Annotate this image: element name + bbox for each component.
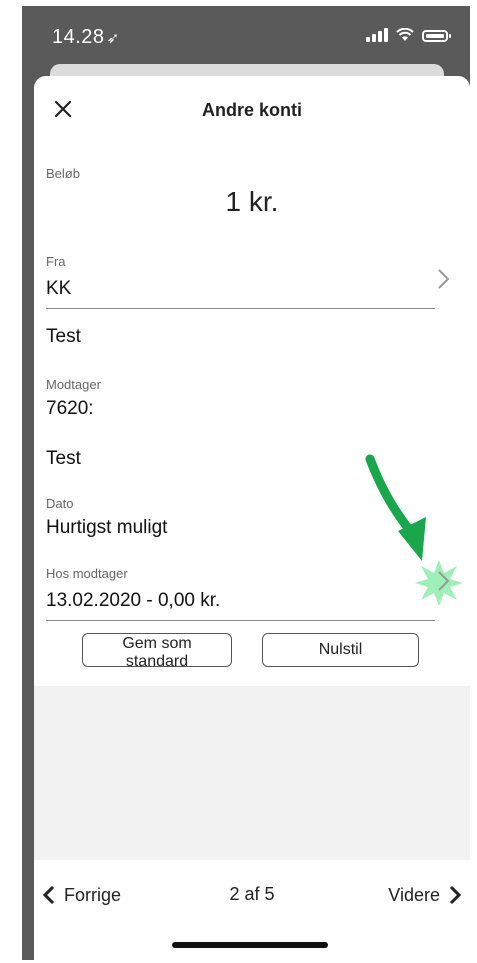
date-label: Dato (46, 496, 74, 511)
recipient-field[interactable]: 7620: (46, 398, 94, 420)
recipient-label: Modtager (46, 377, 101, 392)
save-default-button[interactable]: Gem som standard (82, 633, 232, 670)
page-title: Andre konti (201, 100, 302, 120)
phone-frame: 14.28 ➶ Andre konti Beløb 1 kr. Fra KK Te… (22, 6, 470, 960)
date-field[interactable]: Hurtigst muligt (46, 517, 167, 539)
divider (46, 620, 435, 621)
location-icon: ➶ (106, 30, 120, 47)
next-label: Videre (388, 884, 440, 905)
status-time: 14.28 ➶ (52, 26, 120, 49)
time-text: 14.28 (52, 26, 105, 48)
chevron-right-icon[interactable] (434, 264, 454, 294)
at-recipient-label: Hos modtager (46, 566, 128, 581)
from-label: Fra (46, 254, 66, 269)
bottom-navigation: Forrige 2 af 5 Videre (34, 860, 470, 960)
recipient-text-field[interactable]: Test (46, 448, 81, 470)
transfer-form: Beløb 1 kr. Fra KK Test Modtager 7620: T… (34, 146, 470, 686)
at-recipient-field[interactable]: 13.02.2020 - 0,00 kr. (46, 590, 220, 612)
amount-label: Beløb (46, 166, 80, 181)
system-icons (366, 28, 451, 42)
chevron-right-icon[interactable] (434, 566, 454, 596)
annotation-arrow-icon (365, 454, 426, 561)
chevron-right-icon (449, 885, 462, 905)
signal-icon (366, 28, 388, 42)
from-account-field[interactable]: KK (46, 278, 71, 300)
wifi-icon (396, 28, 414, 41)
reset-button[interactable]: Nulstil (262, 633, 419, 667)
battery-icon (422, 30, 451, 42)
amount-field[interactable]: 1 kr. (34, 186, 470, 218)
next-button[interactable]: Videre (388, 884, 462, 906)
divider (46, 308, 435, 309)
transfer-sheet: Andre konti Beløb 1 kr. Fra KK Test Modt… (34, 76, 470, 960)
home-indicator[interactable] (172, 942, 328, 948)
sheet-header: Andre konti (34, 76, 470, 146)
from-text-field[interactable]: Test (46, 326, 81, 348)
